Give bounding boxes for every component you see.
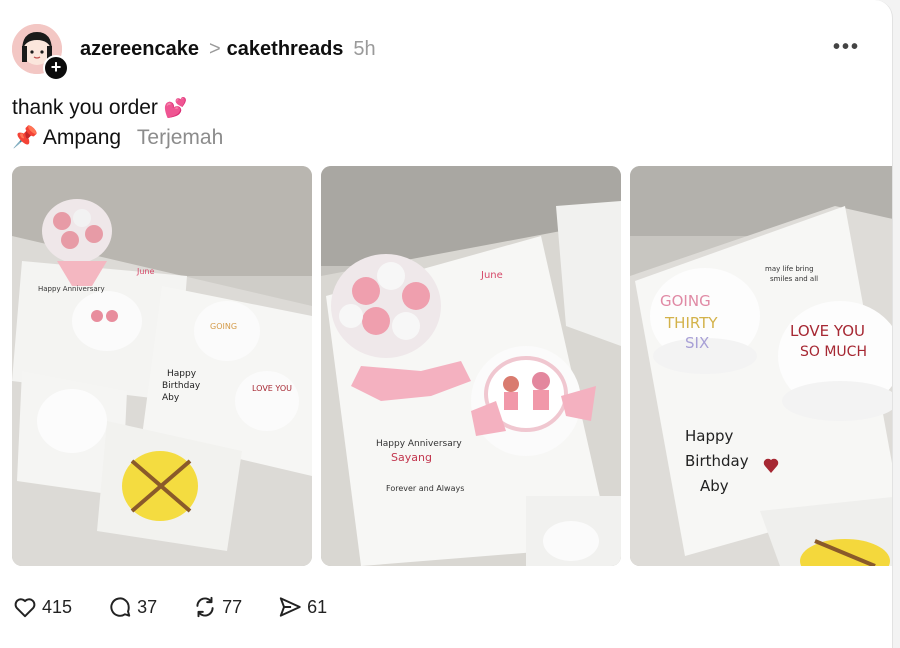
send-icon bbox=[279, 597, 301, 617]
svg-text:Happy: Happy bbox=[685, 427, 734, 445]
repost-count: 77 bbox=[222, 596, 243, 617]
svg-text:Sayang: Sayang bbox=[391, 451, 432, 464]
svg-text:Happy: Happy bbox=[167, 369, 197, 379]
post-meta: azereencake > cakethreads 5h bbox=[80, 38, 376, 61]
svg-text:Aby: Aby bbox=[700, 477, 729, 495]
svg-text:THIRTY: THIRTY bbox=[664, 314, 718, 332]
svg-text:GOING: GOING bbox=[660, 292, 711, 310]
svg-text:SO MUCH: SO MUCH bbox=[800, 344, 867, 360]
chevron-right-icon: > bbox=[208, 38, 221, 60]
gallery-photo-2[interactable]: June Happy Anniversary Sayang Forever an… bbox=[321, 166, 621, 566]
comment-icon bbox=[110, 597, 131, 617]
like-count: 415 bbox=[42, 596, 73, 617]
two-hearts-icon: 💕 bbox=[163, 98, 188, 119]
gallery-photo-1[interactable]: Happy Anniversary June GOING Happy Birth… bbox=[12, 166, 312, 566]
location-text: Ampang bbox=[42, 126, 122, 149]
post-location: 📌 Ampang Terjemah bbox=[12, 126, 223, 150]
username-link[interactable]: azereencake bbox=[80, 38, 199, 60]
more-options-icon[interactable]: ••• bbox=[833, 36, 860, 59]
post-header: + azereencake > cakethreads 5h ••• bbox=[12, 24, 882, 81]
gallery-photo-3[interactable]: GOING THIRTY SIX LOVE YOU SO MUCH Happy … bbox=[630, 166, 892, 566]
svg-text:smiles and all: smiles and all bbox=[770, 275, 818, 283]
post-actions: 415 37 77 61 bbox=[12, 594, 357, 624]
photo-gallery[interactable]: Happy Anniversary June GOING Happy Birth… bbox=[12, 166, 892, 566]
svg-text:June: June bbox=[480, 270, 503, 281]
heart-icon bbox=[14, 598, 36, 618]
svg-text:may life bring: may life bring bbox=[765, 265, 814, 273]
cakes-photo-image: June Happy Anniversary Sayang Forever an… bbox=[321, 166, 621, 566]
share-count: 61 bbox=[307, 596, 328, 617]
like-button[interactable]: 415 bbox=[12, 594, 72, 620]
svg-text:GOING: GOING bbox=[210, 322, 237, 331]
svg-text:Aby: Aby bbox=[162, 393, 180, 403]
svg-text:LOVE YOU: LOVE YOU bbox=[252, 384, 292, 393]
svg-text:LOVE YOU: LOVE YOU bbox=[790, 322, 865, 340]
svg-text:Birthday: Birthday bbox=[162, 381, 201, 391]
repost-icon bbox=[196, 596, 214, 618]
svg-text:Forever and Always: Forever and Always bbox=[386, 484, 464, 493]
post-card: + azereencake > cakethreads 5h ••• thank yo… bbox=[0, 0, 893, 648]
svg-text:Birthday: Birthday bbox=[685, 452, 749, 470]
cakes-photo-image: GOING THIRTY SIX LOVE YOU SO MUCH Happy … bbox=[630, 166, 892, 566]
svg-text:SIX: SIX bbox=[685, 334, 709, 352]
comment-count: 37 bbox=[137, 596, 158, 617]
caption-text: thank you order bbox=[12, 96, 158, 119]
translate-link[interactable]: Terjemah bbox=[137, 126, 223, 149]
svg-text:June: June bbox=[136, 267, 155, 276]
post-time: 5h bbox=[353, 38, 376, 60]
svg-text:Happy Anniversary: Happy Anniversary bbox=[376, 439, 462, 449]
community-link[interactable]: cakethreads bbox=[227, 38, 344, 60]
comment-button[interactable]: 37 bbox=[107, 594, 157, 620]
share-button[interactable]: 61 bbox=[277, 594, 327, 620]
follow-plus-icon[interactable]: + bbox=[43, 55, 69, 81]
svg-text:Happy Anniversary: Happy Anniversary bbox=[38, 285, 105, 293]
cakes-photo-image: Happy Anniversary June GOING Happy Birth… bbox=[12, 166, 312, 566]
pushpin-icon: 📌 bbox=[12, 126, 39, 149]
repost-button[interactable]: 77 bbox=[192, 594, 242, 620]
post-caption: thank you order 💕 bbox=[12, 96, 187, 120]
